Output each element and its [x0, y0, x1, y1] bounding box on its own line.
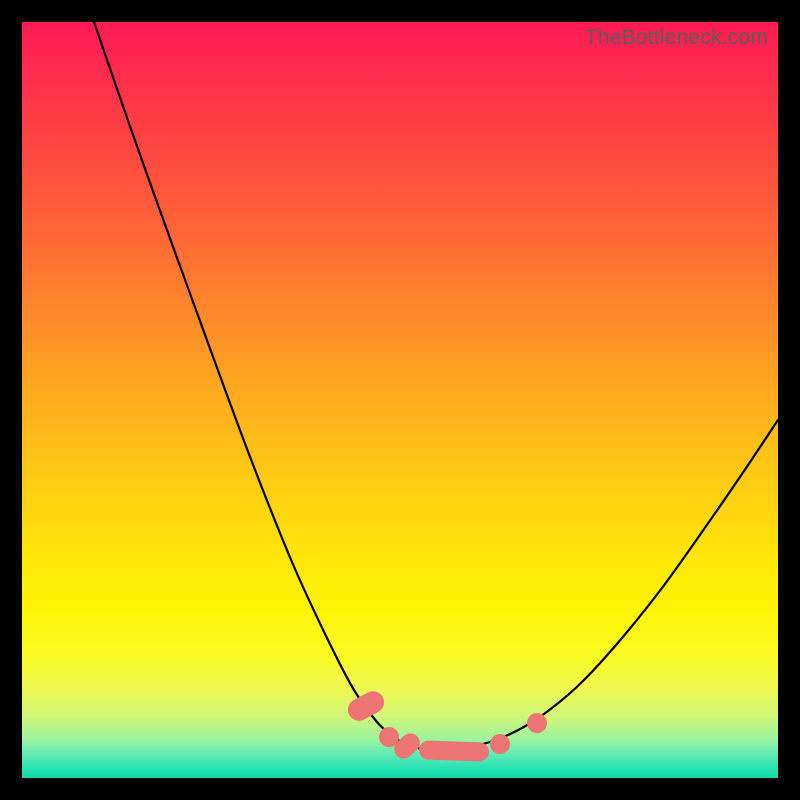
- curve-marker-0: [344, 687, 388, 724]
- main-curve: [94, 22, 778, 750]
- curve-marker-3: [419, 740, 490, 761]
- chart-frame: TheBottleneck.com: [0, 0, 800, 800]
- markers-group: [344, 687, 547, 762]
- chart-svg: [22, 22, 778, 778]
- curve-marker-5: [527, 713, 547, 733]
- plot-area: TheBottleneck.com: [22, 22, 778, 778]
- curve-marker-4: [490, 734, 510, 754]
